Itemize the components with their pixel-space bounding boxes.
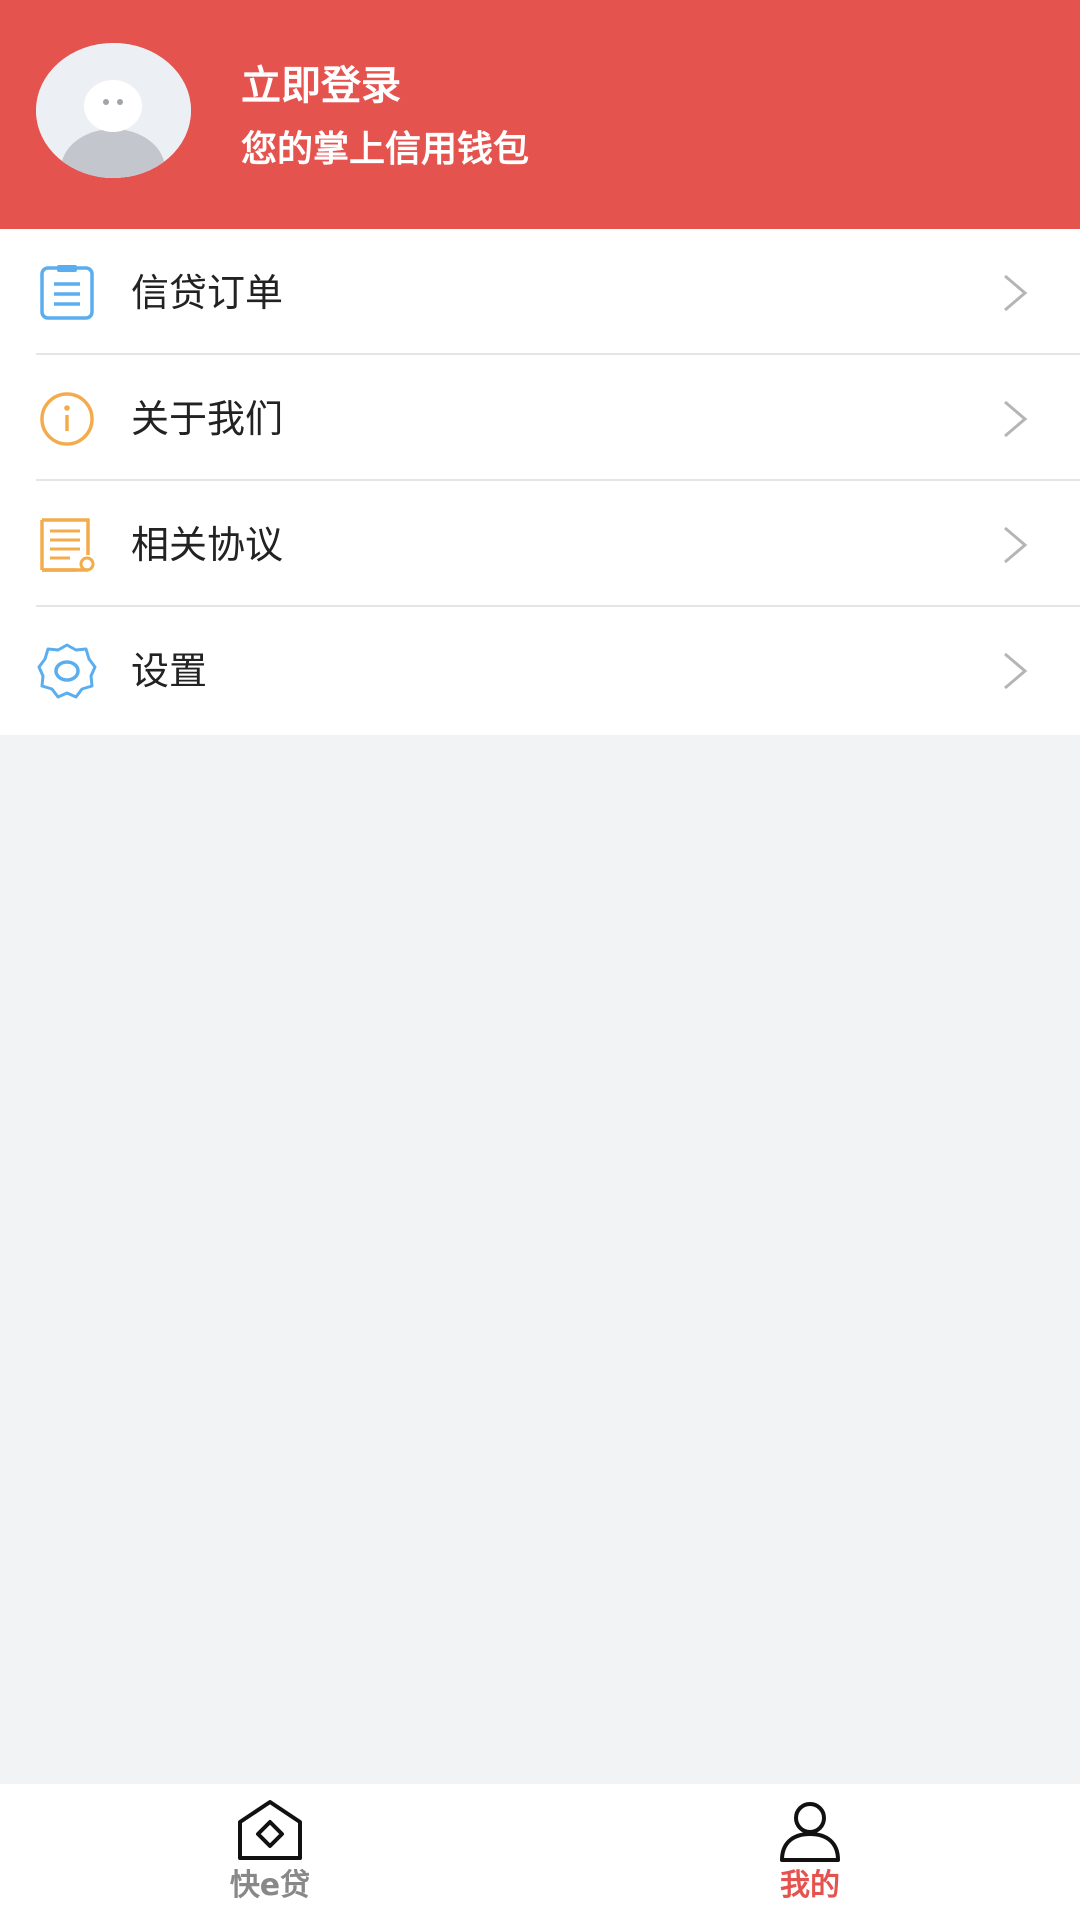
- chevron-right-icon: [1000, 397, 1030, 441]
- tab-label: 我的: [780, 1868, 840, 1903]
- chevron-right-icon: [1000, 523, 1030, 567]
- profile-header[interactable]: 立即登录 您的掌上信用钱包: [0, 0, 1080, 229]
- menu-item-label: 关于我们: [131, 397, 284, 441]
- menu-item-agreements[interactable]: 相关协议: [0, 481, 1080, 607]
- login-link[interactable]: 立即登录: [241, 58, 401, 114]
- tab-label: 快e贷: [229, 1868, 311, 1903]
- agreement-document-icon: [36, 517, 98, 573]
- menu-item-settings[interactable]: 设置: [0, 607, 1080, 733]
- tab-mine[interactable]: 我的: [540, 1784, 1080, 1920]
- menu-item-label: 设置: [131, 649, 208, 693]
- bottom-tab-bar: 快e贷 我的: [0, 1784, 1080, 1920]
- chevron-right-icon: [1000, 271, 1030, 315]
- tab-home[interactable]: 快e贷: [0, 1784, 540, 1920]
- menu-item-label: 相关协议: [131, 523, 284, 567]
- gear-icon: [36, 643, 98, 699]
- avatar[interactable]: [36, 43, 191, 178]
- default-avatar-icon: [36, 43, 191, 178]
- chevron-right-icon: [1000, 649, 1030, 693]
- clipboard-list-icon: [36, 265, 98, 321]
- person-icon: [774, 1798, 846, 1864]
- menu-item-credit-orders[interactable]: 信贷订单: [0, 229, 1080, 355]
- header-subtitle: 您的掌上信用钱包: [241, 129, 530, 170]
- menu-item-about-us[interactable]: 关于我们: [0, 355, 1080, 481]
- menu-item-label: 信贷订单: [131, 271, 284, 315]
- menu-list: 信贷订单 关于我们 相关协议 设置: [0, 229, 1080, 735]
- info-circle-icon: [36, 391, 98, 447]
- home-diamond-icon: [234, 1798, 306, 1864]
